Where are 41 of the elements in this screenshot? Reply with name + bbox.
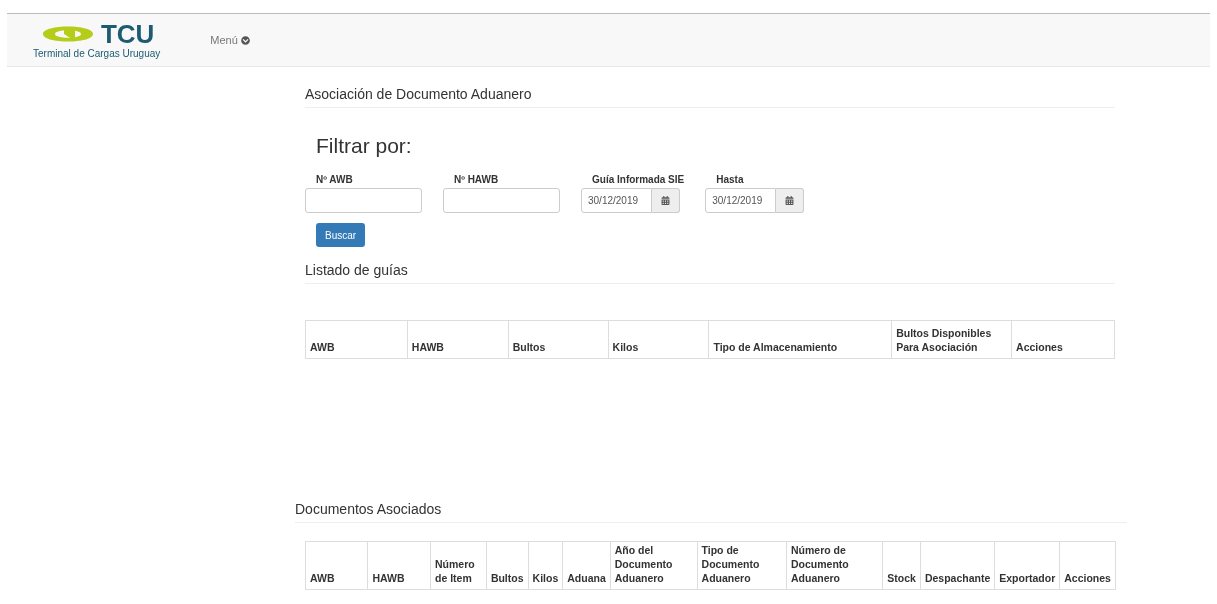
column-header: AWB	[305, 541, 368, 590]
column-header: Año del Documento Aduanero	[610, 541, 698, 590]
column-header: Kilos	[528, 541, 563, 590]
input-field[interactable]	[305, 188, 422, 213]
column-header: Despachante	[920, 541, 995, 590]
calendar-button[interactable]	[652, 188, 680, 213]
date-field[interactable]: 30/12/2019	[705, 188, 777, 213]
column-header: Kilos	[608, 320, 709, 359]
column-header: Acciones	[1011, 320, 1115, 359]
column-header: Bultos	[508, 320, 609, 359]
date-field[interactable]: 30/12/2019	[581, 188, 652, 213]
filter-title: Filtrar por:	[316, 133, 413, 159]
column-header: Exportador	[994, 541, 1060, 590]
column-header: AWB	[305, 320, 408, 359]
section-title: Documentos Asociados	[295, 499, 1127, 523]
chevron-down-icon	[240, 35, 250, 45]
column-header: Bultos	[486, 541, 529, 590]
column-header: Tipo de Documento Aduanero	[697, 541, 787, 590]
search-button[interactable]: Buscar	[316, 223, 366, 247]
menu-dropdown[interactable]: Menú	[210, 31, 250, 49]
column-header: HAWB	[407, 320, 509, 359]
column-header: Tipo de Almacenamiento	[708, 320, 892, 359]
logo-text: TCU	[100, 21, 155, 47]
calendar-icon	[661, 196, 670, 205]
field-label: Nº HAWB	[454, 173, 500, 186]
calendar-icon	[785, 196, 795, 205]
column-header: Número de Item	[430, 541, 487, 590]
column-header: HAWB	[367, 541, 431, 590]
input-field[interactable]	[443, 188, 560, 213]
field-label: Guía Informada SIE	[592, 173, 685, 186]
calendar-button[interactable]	[776, 188, 805, 213]
column-header: Acciones	[1059, 541, 1116, 590]
logo-subtitle: Terminal de Cargas Uruguay	[33, 49, 161, 59]
page-title: Asociación de Documento Aduanero	[305, 84, 1115, 108]
field-label: Nº AWB	[316, 173, 354, 186]
column-header: Bultos Disponibles Para Asociación	[891, 320, 1012, 359]
column-header: Número de Documento Aduanero	[786, 541, 883, 590]
field-label: Hasta	[716, 173, 745, 186]
section-title: Listado de guías	[305, 260, 1115, 284]
column-header: Aduana	[562, 541, 611, 590]
column-header: Stock	[882, 541, 921, 590]
